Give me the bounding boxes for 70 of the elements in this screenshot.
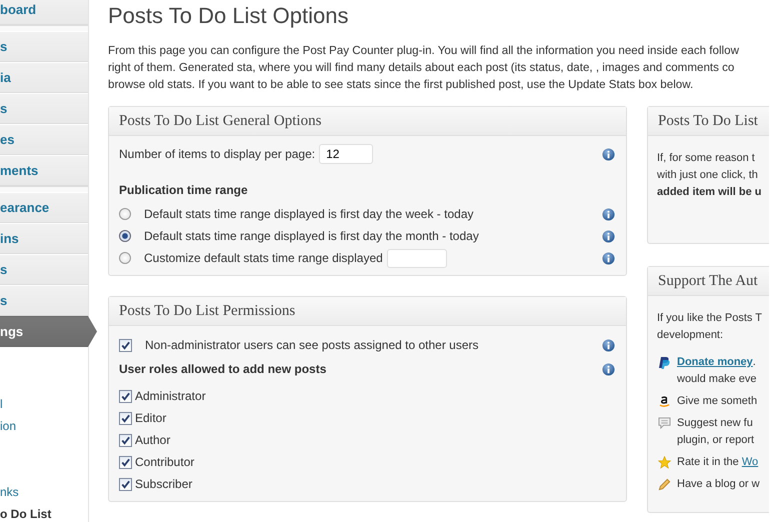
rating-link[interactable]: Wo — [742, 456, 758, 468]
sidebar-menu-item[interactable]: ngs — [0, 316, 97, 347]
panel-text-line: added item will be u — [657, 185, 759, 200]
panel-text-line: with just one click, th — [657, 168, 759, 183]
support-item-text: plugin, or report — [677, 433, 754, 448]
sidebar-menu-item[interactable]: es — [0, 124, 88, 155]
panel-text-line: If, for some reason t — [657, 151, 756, 166]
checkbox-label: Editor — [135, 411, 166, 425]
support-item-text: Donate money. — [677, 355, 756, 370]
section-heading: User roles allowed to add new posts — [119, 362, 326, 376]
info-icon[interactable] — [602, 338, 615, 352]
checkbox[interactable] — [119, 434, 132, 446]
submenu-item[interactable]: ion — [0, 415, 88, 437]
radio-label: Default stats time range displayed is first day the month - today — [144, 229, 479, 243]
comment-icon — [658, 417, 670, 429]
checkbox[interactable] — [119, 478, 132, 490]
sidebar-menu-item[interactable]: s — [0, 93, 88, 124]
sidebar-menu-item[interactable]: board — [0, 0, 88, 25]
support-item-text: Give me someth — [677, 394, 758, 409]
checkbox-label: Administrator — [135, 389, 206, 403]
info-icon[interactable] — [602, 230, 615, 242]
intro-text-line: right of them. Generated sta, where you will find many details about each post (its status, date, , images and comments co — [108, 60, 736, 76]
sidebar-menu-item[interactable]: ins — [0, 223, 88, 254]
time-range-field[interactable] — [386, 248, 447, 268]
checkbox[interactable] — [119, 456, 132, 468]
star-icon — [658, 456, 670, 469]
panel-text-line: development: — [657, 328, 724, 343]
radio-button[interactable] — [119, 252, 131, 264]
submenu-item[interactable]: nks — [0, 481, 88, 503]
submenu-item[interactable]: o Do List — [0, 503, 88, 522]
support-item-text: Suggest new fu — [677, 416, 754, 431]
submenu-item[interactable]: l — [0, 393, 88, 415]
sidebar-menu-item[interactable]: s — [0, 285, 88, 316]
radio-label: Customize default stats time range displayed — [144, 251, 383, 265]
radio-button[interactable] — [119, 208, 131, 220]
info-icon[interactable] — [602, 208, 615, 220]
paypal-p-icon — [658, 356, 670, 370]
checkbox[interactable] — [119, 390, 132, 402]
sidebar-menu-item[interactable]: s — [0, 254, 88, 285]
support-item-text: Rate it in the Wo — [677, 455, 758, 470]
support-item-text: would make eve — [677, 372, 756, 387]
checkbox-label: Author — [135, 433, 170, 447]
sidebar-menu-item[interactable]: earance — [0, 192, 88, 223]
sidebar-menu-item[interactable]: ia — [0, 62, 88, 93]
panel-title: Support The Aut — [658, 273, 758, 289]
panel-title: Posts To Do List General Options — [119, 113, 322, 129]
checkbox[interactable] — [119, 338, 132, 352]
checkbox-label: Non-administrator users can see posts assigned to other users — [145, 338, 478, 352]
checkbox[interactable] — [119, 412, 132, 424]
info-icon[interactable] — [602, 362, 615, 376]
radio-button[interactable] — [119, 230, 131, 242]
pencil-icon — [658, 478, 670, 491]
section-heading: Publication time range — [119, 183, 249, 197]
sidebar-menu-item[interactable]: s — [0, 31, 88, 62]
support-item-text: Have a blog or w — [677, 477, 760, 492]
intro-text-line: From this page you can configure the Post Pay Counter plug-in. You will find all the information you need inside each follow — [108, 43, 740, 59]
items-per-page-label: Number of items to display per page: — [119, 147, 316, 161]
donate-link[interactable]: Donate money — [677, 356, 753, 368]
checkbox-label: Subscriber — [135, 477, 192, 491]
panel-title: Posts To Do List — [658, 113, 758, 129]
sidebar-menu-item[interactable]: ments — [0, 155, 88, 186]
page-title: Posts To Do List Options — [108, 2, 350, 30]
panel-title: Posts To Do List Permissions — [119, 303, 296, 319]
info-icon[interactable] — [602, 148, 615, 160]
amazon-a-icon — [658, 395, 670, 408]
checkbox-label: Contributor — [135, 455, 194, 469]
radio-label: Default stats time range displayed is first day the week - today — [144, 207, 474, 221]
info-icon[interactable] — [602, 252, 615, 264]
items-per-page-field[interactable]: 12 — [319, 144, 374, 164]
intro-text-line: browse old stats. If you want to be able to see stats since the first published post, use the Update Stats box below. — [108, 77, 694, 93]
